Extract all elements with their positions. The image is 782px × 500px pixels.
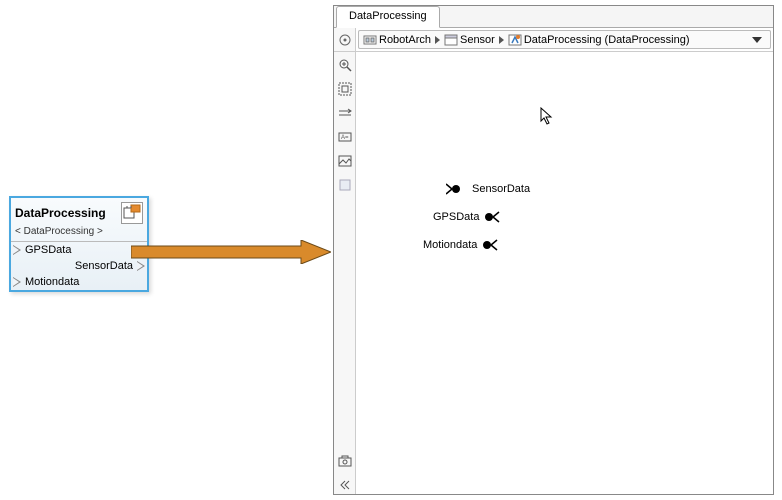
image-button[interactable] [336, 152, 354, 170]
canvas-port-motiondata[interactable]: Motiondata [423, 238, 503, 252]
camera-icon [338, 454, 352, 468]
chevron-right-icon [499, 36, 504, 44]
drill-down-arrow-icon [131, 240, 331, 264]
annotation-button[interactable]: A= [336, 128, 354, 146]
diagram-canvas[interactable]: SensorData GPSData Motiondata [356, 52, 773, 494]
view-toolbar: A= [334, 52, 356, 494]
editor-panel: DataProcessing RobotArch Sensor DataP [333, 5, 774, 495]
breadcrumb-item[interactable]: RobotArch [379, 34, 431, 46]
chevron-right-icon [435, 36, 440, 44]
port-label: SensorData [472, 183, 530, 195]
component-header: DataProcessing [11, 198, 147, 226]
toggle-icon [338, 106, 352, 120]
input-port-icon [483, 210, 505, 224]
breadcrumb[interactable]: RobotArch Sensor DataProcessing (DataPro… [358, 30, 771, 49]
collapse-icon [339, 34, 351, 46]
svg-text:A=: A= [341, 135, 349, 141]
area-icon [338, 178, 352, 192]
mouse-cursor-icon [540, 107, 556, 127]
area-button[interactable] [336, 176, 354, 194]
port-label: SensorData [13, 260, 133, 272]
architecture-icon [363, 33, 377, 47]
breadcrumb-row: RobotArch Sensor DataProcessing (DataPro… [334, 28, 773, 52]
port-label: GPSData [433, 211, 479, 223]
breadcrumb-item[interactable]: DataProcessing (DataProcessing) [524, 34, 690, 46]
in-port-icon [13, 245, 21, 255]
breadcrumb-item[interactable]: Sensor [460, 34, 495, 46]
port-label: Motiondata [25, 276, 145, 288]
output-port-icon [446, 182, 468, 196]
tab-bar: DataProcessing [334, 6, 773, 28]
component-icon [444, 33, 458, 47]
canvas-port-sensordata[interactable]: SensorData [446, 182, 530, 196]
component-title: DataProcessing [15, 206, 121, 220]
port-gpsdata[interactable]: GPSData [11, 242, 147, 258]
screenshot-button[interactable] [336, 452, 354, 470]
annotation-icon: A= [338, 130, 352, 144]
port-sensordata[interactable]: SensorData [11, 258, 147, 274]
tab-label: DataProcessing [349, 10, 427, 22]
canvas-port-gpsdata[interactable]: GPSData [433, 210, 505, 224]
dropdown-icon[interactable] [752, 37, 762, 43]
fit-view-button[interactable] [336, 80, 354, 98]
minimize-button[interactable] [336, 476, 354, 494]
component-block[interactable]: DataProcessing < DataProcessing > GPSDat… [9, 196, 149, 292]
zoom-in-button[interactable] [336, 56, 354, 74]
collapse-button[interactable] [334, 28, 356, 51]
toggle-button[interactable] [336, 104, 354, 122]
tab-dataprocessing[interactable]: DataProcessing [336, 6, 440, 28]
port-label: GPSData [25, 244, 145, 256]
port-label: Motiondata [423, 239, 477, 251]
component-stereotype: < DataProcessing > [11, 226, 147, 241]
fit-view-icon [338, 82, 352, 96]
zoom-in-icon [338, 58, 352, 72]
input-port-icon [481, 238, 503, 252]
in-port-icon [13, 277, 21, 287]
reference-component-icon [508, 33, 522, 47]
chevron-left-double-icon [338, 478, 352, 492]
port-motiondata[interactable]: Motiondata [11, 274, 147, 290]
image-icon [338, 154, 352, 168]
component-type-icon [121, 202, 143, 224]
